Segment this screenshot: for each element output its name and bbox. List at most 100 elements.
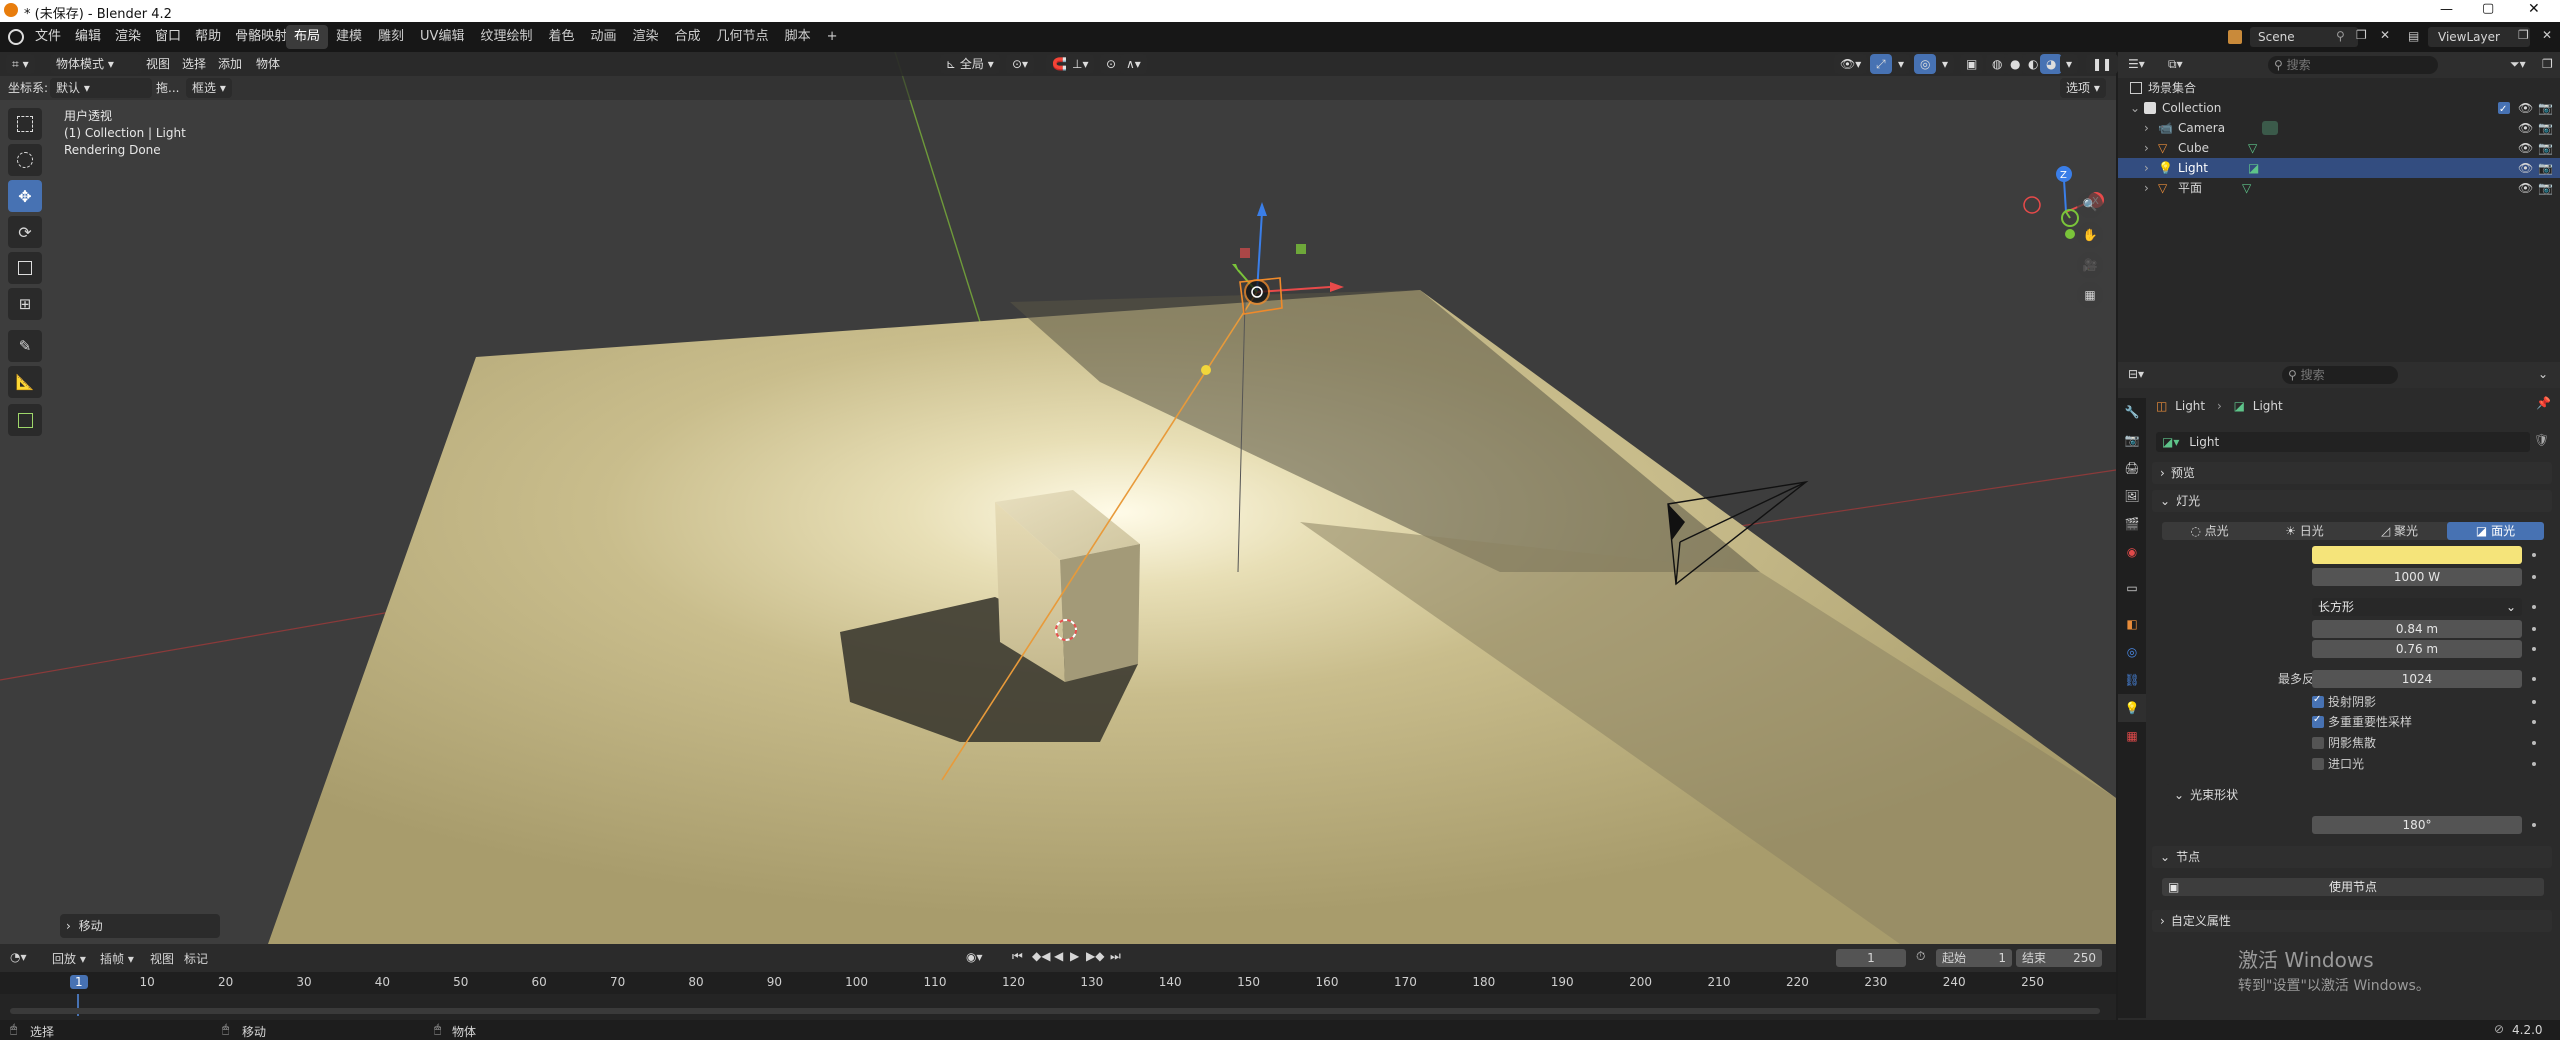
preview-panel-header[interactable]: › 预览 (2152, 462, 2552, 484)
pin-icon[interactable]: 📌 (2536, 396, 2551, 410)
new-scene-icon[interactable]: ❐ (2356, 28, 2367, 42)
transform-orientation-selector[interactable]: ⊾ 全局 ▾ (940, 54, 1000, 74)
tab-shading[interactable]: 着色 (540, 25, 582, 49)
visibility-eye-icon[interactable]: 👁 (2518, 118, 2533, 138)
light-object-icon[interactable] (1244, 279, 1270, 305)
tab-layout[interactable]: 布局 (286, 25, 329, 49)
light-type-sun[interactable]: ☀ 日光 (2257, 522, 2352, 540)
light-type-area[interactable]: ◪ 面光 (2447, 522, 2544, 540)
tab-geometry-nodes[interactable]: 几何节点 (709, 25, 777, 49)
menu-add[interactable]: 添加 (218, 54, 242, 74)
transform-tool[interactable]: ⊞ (8, 288, 42, 320)
annotate-tool[interactable]: ✎ (8, 330, 42, 362)
overlay-dropdown-button[interactable]: ▾ (1936, 54, 1955, 74)
render-camera-icon[interactable]: 📷 (2538, 178, 2553, 198)
outliner-row-cube[interactable]: › ▽ Cube ▽ 👁 📷 (2118, 138, 2560, 158)
collection-render-icon[interactable]: 📷 (2538, 98, 2553, 118)
nav-neg-x-axis[interactable] (2023, 196, 2041, 214)
delete-view-layer-icon[interactable]: ✕ (2542, 28, 2552, 42)
size-x-field[interactable]: 0.84 m (2312, 620, 2522, 638)
output-tab-icon[interactable]: 🖨 (2118, 454, 2146, 482)
orientation-selector[interactable]: 默认 ▾ (50, 78, 152, 98)
texture-tab-icon[interactable]: ▦ (2118, 722, 2146, 750)
minimize-button[interactable]: — (2440, 2, 2453, 17)
start-frame-field[interactable]: 起始 1 (1936, 949, 2012, 967)
play-reverse-button[interactable]: ◀ (1054, 949, 1063, 963)
rotate-tool[interactable]: ⟳ (8, 216, 42, 248)
tab-rendering[interactable]: 渲染 (625, 25, 667, 49)
editor-type-button[interactable]: ⌗ ▾ (6, 54, 35, 74)
nav-neg-y-axis[interactable] (2065, 229, 2075, 239)
menu-select[interactable]: 选择 (182, 54, 206, 74)
properties-search-input[interactable]: ⚲ 搜索 (2282, 366, 2398, 384)
collapse-chevron-icon[interactable]: ⌄ (2130, 98, 2140, 118)
maximize-button[interactable]: ▢ (2482, 1, 2494, 16)
visibility-button[interactable]: 👁▾ (1834, 54, 1868, 74)
fake-user-shield-icon[interactable]: 🛡 (2534, 433, 2549, 447)
tab-animation[interactable]: 动画 (583, 25, 625, 49)
properties-editor-type-icon[interactable]: ⊟▾ (2128, 367, 2144, 381)
add-cube-tool[interactable] (8, 404, 42, 436)
outliner-scene-collection-row[interactable]: 场景集合 (2118, 78, 2560, 98)
filter-icon[interactable]: ⏷▾ (2510, 57, 2526, 72)
keyframe-dot[interactable] (2532, 647, 2536, 651)
view-layer-selector[interactable]: ViewLayer (2428, 27, 2530, 47)
menu-window[interactable]: 窗口 (148, 22, 188, 52)
xray-toggle-button[interactable]: ▣ (1960, 54, 1984, 74)
keyframe-dot[interactable] (2532, 575, 2536, 579)
camera-view-icon[interactable]: 🎥 (2077, 252, 2103, 278)
light-data-tab-icon[interactable]: 💡 (2118, 694, 2146, 722)
properties-options-icon[interactable]: ⌄ (2538, 367, 2548, 381)
new-collection-icon[interactable]: ❐ (2542, 57, 2553, 71)
tab-modeling[interactable]: 建模 (328, 25, 370, 49)
menu-help[interactable]: 帮助 (188, 22, 228, 52)
mode-selector[interactable]: 物体模式 ▾ (50, 54, 142, 74)
outliner-row-light[interactable]: › 💡 Light ◪ 👁 📷 (2118, 158, 2560, 178)
light-color-swatch[interactable] (2312, 546, 2522, 564)
view-layer-tab-icon[interactable]: 🖼 (2118, 482, 2146, 510)
menu-timeline-view[interactable]: 视图 (150, 950, 174, 967)
light-type-point[interactable]: ◌ 点光 (2162, 522, 2257, 540)
collection-include-checkbox[interactable] (2498, 100, 2510, 120)
menu-render[interactable]: 渲染 (108, 22, 148, 52)
outliner-row-plane[interactable]: › ▽ 平面 ▽ 👁 📷 (2118, 178, 2560, 198)
size-y-field[interactable]: 0.76 m (2312, 640, 2522, 658)
visibility-eye-icon[interactable]: 👁 (2518, 178, 2533, 198)
tab-scripting[interactable]: 脚本 (777, 25, 819, 49)
menu-object[interactable]: 物体 (256, 54, 280, 74)
keyframe-dot[interactable] (2532, 741, 2536, 745)
outliner-search-input[interactable]: ⚲ 搜索 (2268, 56, 2438, 74)
render-camera-icon[interactable]: 📷 (2538, 158, 2553, 178)
render-tab-icon[interactable]: 📷 (2118, 426, 2146, 454)
new-view-layer-icon[interactable]: ❐ (2518, 28, 2529, 42)
keyframe-dot[interactable] (2532, 823, 2536, 827)
pause-render-button[interactable]: ❚❚ (2086, 54, 2119, 74)
outliner-editor-type-icon[interactable]: ☰▾ (2128, 57, 2145, 71)
portal-checkbox[interactable] (2312, 758, 2324, 770)
menu-marker[interactable]: 标记 (184, 950, 208, 967)
gizmo-toggle-button[interactable]: ⤢ (1870, 54, 1892, 74)
world-tab-icon[interactable]: ◉ (2118, 538, 2146, 566)
gizmo-x-arrow[interactable] (1330, 282, 1344, 292)
physics-tab-icon[interactable]: ◎ (2118, 638, 2146, 666)
select-box-tool[interactable] (8, 108, 42, 140)
light-size-handle[interactable] (1201, 365, 1211, 375)
timeline-editor-type-icon[interactable]: ◔▾ (10, 950, 27, 964)
add-workspace-button[interactable]: + (819, 25, 846, 49)
keyframe-dot[interactable] (2532, 553, 2536, 557)
timeline-scrollbar[interactable] (10, 1008, 2100, 1014)
move-tool[interactable]: ✥ (8, 180, 42, 212)
last-operator-panel[interactable]: › 移动 (60, 914, 220, 938)
expand-chevron-icon[interactable]: › (2144, 178, 2149, 198)
gizmo-y-arrow[interactable] (1232, 264, 1240, 274)
close-button[interactable]: ✕ (2528, 1, 2540, 17)
menu-retarget[interactable]: 骨骼映射 (228, 22, 294, 52)
jump-next-keyframe-button[interactable]: ▶◆ (1086, 949, 1104, 963)
stopwatch-icon[interactable]: ⏱ (1916, 949, 1925, 964)
visibility-eye-icon[interactable]: 👁 (2518, 138, 2533, 158)
beam-shape-panel-header[interactable]: ⌄ 光束形状 (2166, 784, 2552, 806)
scale-tool[interactable] (8, 252, 42, 284)
spread-field[interactable]: 180° (2312, 816, 2522, 834)
light-panel-header[interactable]: ⌄ 灯光 (2152, 490, 2552, 512)
jump-end-button[interactable]: ⏭ (1110, 949, 1121, 964)
